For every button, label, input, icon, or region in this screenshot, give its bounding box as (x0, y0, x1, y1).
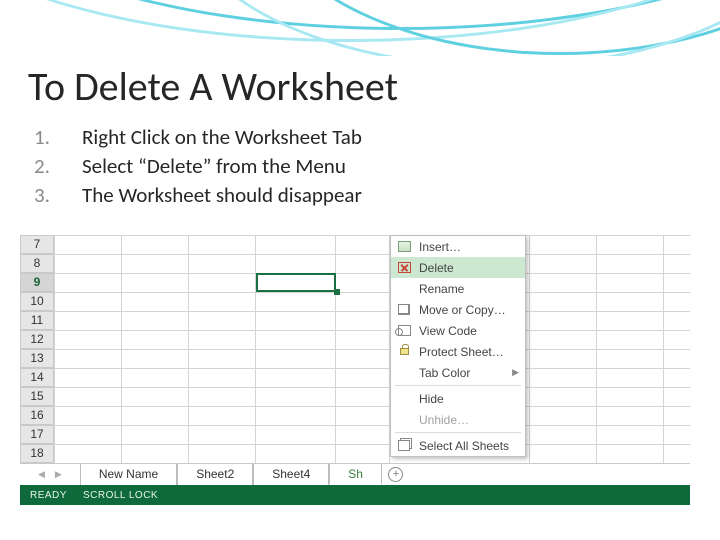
menu-item-delete[interactable]: Delete (391, 257, 525, 278)
menu-label: Tab Color (413, 366, 470, 380)
menu-label: Move or Copy… (413, 303, 506, 317)
instruction-list: 1. Right Click on the Worksheet Tab 2. S… (34, 124, 362, 211)
row-header[interactable]: 18 (20, 444, 54, 463)
step-text: Right Click on the Worksheet Tab (82, 124, 362, 150)
triangle-left-icon: ◀ (38, 469, 45, 480)
slide-title: To Delete A Worksheet (28, 62, 398, 111)
menu-item-hide[interactable]: Hide (391, 388, 525, 409)
row-header[interactable]: 15 (20, 387, 54, 406)
row-header[interactable]: 10 (20, 292, 54, 311)
list-item: 1. Right Click on the Worksheet Tab (34, 124, 362, 150)
menu-item-tab-color[interactable]: Tab Color ▶ (391, 362, 525, 383)
step-text: The Worksheet should disappear (82, 182, 362, 208)
row-header[interactable]: 16 (20, 406, 54, 425)
menu-label: Unhide… (413, 413, 469, 427)
menu-label: Protect Sheet… (413, 345, 504, 359)
menu-separator (395, 385, 521, 386)
row-header[interactable]: 7 (20, 235, 54, 254)
triangle-right-icon: ▶ (55, 469, 62, 480)
menu-item-insert[interactable]: Insert… (391, 236, 525, 257)
list-item: 2. Select “Delete” from the Menu (34, 153, 362, 179)
menu-item-select-all[interactable]: Select All Sheets (391, 435, 525, 456)
menu-item-rename[interactable]: Rename (391, 278, 525, 299)
step-text: Select “Delete” from the Menu (82, 153, 346, 179)
menu-label: Rename (413, 282, 464, 296)
copy-icon (395, 302, 413, 318)
status-bar: READY SCROLL LOCK (20, 485, 690, 505)
row-header[interactable]: 13 (20, 349, 54, 368)
menu-label: Delete (413, 261, 454, 275)
status-scroll-lock: SCROLL LOCK (83, 490, 158, 501)
row-header[interactable]: 8 (20, 254, 54, 273)
row-header[interactable]: 12 (20, 330, 54, 349)
menu-item-protect[interactable]: Protect Sheet… (391, 341, 525, 362)
slide-top-decoration (0, 0, 720, 56)
sheet-tab-bar: ◀ ▶ New Name Sheet2 Sheet4 Sh + (20, 463, 690, 485)
tab-nav-arrows[interactable]: ◀ ▶ (20, 464, 80, 485)
menu-label: Hide (413, 392, 444, 406)
step-number: 1. (34, 124, 82, 150)
excel-screenshot: 7 8 9 10 11 12 13 14 15 16 17 18 Insert…… (20, 235, 690, 495)
menu-item-unhide[interactable]: Unhide… (391, 409, 525, 430)
sheet-tab[interactable]: New Name (80, 464, 177, 485)
list-item: 3. The Worksheet should disappear (34, 182, 362, 208)
chevron-right-icon: ▶ (512, 367, 519, 378)
fill-handle[interactable] (334, 289, 340, 295)
menu-label: View Code (413, 324, 477, 338)
row-header[interactable]: 14 (20, 368, 54, 387)
sheet-tab-active[interactable]: Sh (329, 464, 382, 485)
row-header[interactable]: 9 (20, 273, 54, 292)
menu-separator (395, 432, 521, 433)
sheet-tab[interactable]: Sheet4 (253, 464, 329, 485)
menu-label: Insert… (413, 240, 461, 254)
sheet-tab[interactable]: Sheet2 (177, 464, 253, 485)
code-icon (395, 323, 413, 339)
step-number: 3. (34, 182, 82, 208)
sheets-icon (395, 438, 413, 454)
menu-item-move-copy[interactable]: Move or Copy… (391, 299, 525, 320)
add-sheet-button[interactable]: + (382, 464, 410, 485)
menu-label: Select All Sheets (413, 439, 509, 453)
plus-circle-icon: + (388, 467, 403, 482)
delete-icon (395, 260, 413, 276)
insert-icon (395, 239, 413, 255)
lock-icon (395, 344, 413, 360)
row-header[interactable]: 11 (20, 311, 54, 330)
step-number: 2. (34, 153, 82, 179)
grid-area (54, 235, 690, 463)
active-cell[interactable] (256, 273, 336, 292)
menu-item-view-code[interactable]: View Code (391, 320, 525, 341)
row-header[interactable]: 17 (20, 425, 54, 444)
context-menu: Insert… Delete Rename Move or Copy… View… (390, 235, 526, 457)
status-ready: READY (30, 490, 67, 501)
